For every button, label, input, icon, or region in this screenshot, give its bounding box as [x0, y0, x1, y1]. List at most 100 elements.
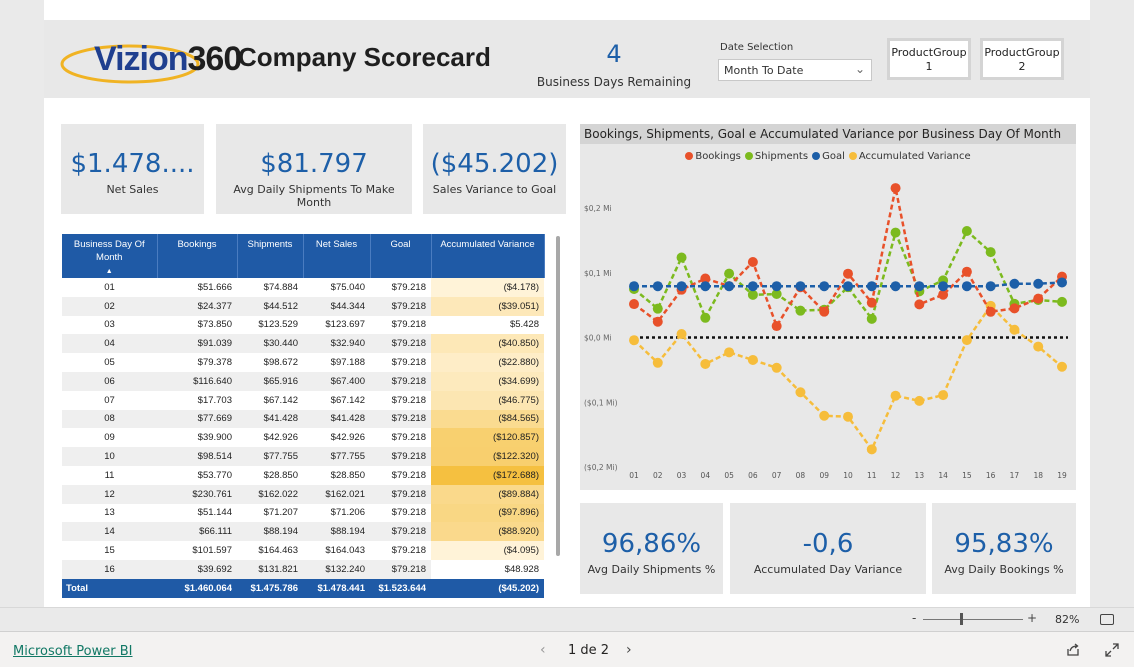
previous-page-button[interactable]: ‹: [540, 642, 546, 658]
table-row[interactable]: 09 $39.900 $42.926 $42.926 $79.218 ($120.857): [62, 428, 544, 448]
line-chart-panel[interactable]: Bookings, Shipments, Goal e Accumulated …: [580, 124, 1076, 490]
date-selection-dropdown[interactable]: Month To Date ⌄: [718, 59, 872, 81]
chart-plot[interactable]: $0,2 Mi $0,1 Mi $0,0 Mi ($0,1 Mi) ($0,2 Mi) 0…: [580, 164, 1076, 490]
productgroup-1-number: 1: [925, 60, 933, 73]
series-line-accumulated-variance: [633, 303, 1063, 452]
table-cell-net-sales: $67.400: [303, 371, 370, 391]
legend-marker: [685, 152, 694, 160]
legend-item-bookings[interactable]: Bookings: [685, 151, 741, 162]
table-cell-day: 12: [62, 484, 157, 504]
point-shipments: [866, 313, 877, 324]
table-cell-shipments: $88.194: [237, 522, 303, 542]
x-tick-label: 16: [986, 471, 996, 480]
zoom-level: 82%: [1055, 613, 1080, 626]
legend-item-shipments[interactable]: Shipments: [744, 151, 808, 162]
table-row[interactable]: 13 $51.144 $71.207 $71.206 $79.218 ($97.896): [62, 503, 544, 523]
legend-item-accumulated-variance[interactable]: Accumulated Variance: [848, 151, 971, 162]
x-tick-label: 19: [1057, 471, 1067, 480]
table-cell-net-sales: $44.344: [303, 296, 370, 316]
column-header-accumulated-variance[interactable]: Accumulated Variance: [431, 234, 545, 278]
table-cell-bookings: $73.850: [157, 315, 237, 335]
point-goal: [652, 281, 663, 292]
zoom-in-button[interactable]: +: [1027, 611, 1037, 625]
point-accumulated-variance: [843, 411, 853, 422]
table-cell-goal: $79.218: [370, 541, 431, 560]
point-goal: [961, 281, 972, 292]
table-row[interactable]: 01 $51.666 $74.884 $75.040 $79.218 ($4.178): [62, 278, 544, 297]
point-goal: [629, 281, 639, 292]
business-days-remaining-label: Business Days Remaining: [536, 75, 692, 89]
column-header-shipments[interactable]: Shipments: [237, 234, 304, 278]
total-shipments: $1.475.786: [237, 578, 303, 598]
productgroup-2-button[interactable]: ProductGroup 2: [980, 38, 1064, 80]
scorecard-table[interactable]: Business Day Of Month ▲ Bookings Shipment…: [62, 234, 545, 598]
kpi-sales-variance[interactable]: ($45.202) Sales Variance to Goal: [423, 124, 566, 214]
table-row[interactable]: 15 $101.597 $164.463 $164.043 $79.218 ($4.095…: [62, 541, 544, 560]
table-cell-shipments: $65.916: [237, 371, 303, 391]
table-row[interactable]: 03 $73.850 $123.529 $123.697 $79.218 $5.428: [62, 315, 544, 335]
page-indicator: 1 de 2: [568, 643, 610, 658]
point-accumulated-variance: [961, 335, 972, 346]
table-row[interactable]: 12 $230.761 $162.022 $162.021 $79.218 ($89.88…: [62, 484, 544, 504]
zoom-out-button[interactable]: -: [912, 611, 916, 625]
legend-marker: [848, 152, 857, 160]
table-cell-net-sales: $77.755: [303, 447, 370, 466]
zoom-slider-track[interactable]: [923, 619, 1023, 620]
table-cell-shipments: $67.142: [237, 390, 303, 410]
expand-icon[interactable]: [1105, 643, 1119, 657]
table-cell-shipments: $98.672: [237, 353, 303, 372]
kpi-avg-daily-shipments-pct[interactable]: 96,86% Avg Daily Shipments %: [580, 503, 723, 594]
kpi-accumulated-day-variance[interactable]: -0,6 Accumulated Day Variance: [730, 503, 926, 594]
table-row[interactable]: 14 $66.111 $88.194 $88.194 $79.218 ($88.920): [62, 522, 544, 542]
table-row[interactable]: 02 $24.377 $44.512 $44.344 $79.218 ($39.051): [62, 296, 544, 316]
kpi-avg-daily-bookings-pct[interactable]: 95,83% Avg Daily Bookings %: [932, 503, 1076, 594]
productgroup-1-button[interactable]: ProductGroup 1: [887, 38, 971, 80]
kpi-avg-daily-bookings-pct-label: Avg Daily Bookings %: [944, 563, 1064, 576]
point-goal: [700, 281, 711, 292]
legend-item-goal[interactable]: Goal: [812, 151, 845, 162]
table-row[interactable]: 04 $91.039 $30.440 $32.940 $79.218 ($40.850): [62, 334, 544, 354]
date-selection-value: Month To Date: [724, 64, 804, 77]
column-header-net-sales[interactable]: Net Sales: [303, 234, 371, 278]
zoom-slider-thumb[interactable]: [960, 613, 963, 625]
table-row[interactable]: 07 $17.703 $67.142 $67.142 $79.218 ($46.775): [62, 390, 544, 410]
table-cell-net-sales: $132.240: [303, 559, 370, 579]
total-bookings: $1.460.064: [157, 578, 237, 598]
x-tick-label: 14: [938, 471, 948, 480]
table-cell-bookings: $51.144: [157, 503, 237, 523]
table-row[interactable]: 06 $116.640 $65.916 $67.400 $79.218 ($34.699): [62, 371, 544, 391]
table-cell-net-sales: $41.428: [303, 409, 370, 429]
sort-ascending-icon: ▲: [105, 268, 113, 275]
table-cell-goal: $79.218: [370, 428, 431, 448]
point-goal: [676, 281, 687, 292]
table-row[interactable]: 11 $53.770 $28.850 $28.850 $79.218 ($172.688): [62, 465, 544, 485]
microsoft-power-bi-link[interactable]: Microsoft Power BI: [13, 644, 132, 659]
table-cell-day: 08: [62, 409, 157, 429]
table-row[interactable]: 10 $98.514 $77.755 $77.755 $79.218 ($122.320): [62, 447, 544, 466]
table-cell-accumulated-variance: ($89.884): [431, 484, 544, 504]
column-header-bookings[interactable]: Bookings: [157, 234, 238, 278]
table-scrollbar[interactable]: [556, 236, 560, 556]
table-cell-goal: $79.218: [370, 390, 431, 410]
table-row[interactable]: 16 $39.692 $131.821 $132.240 $79.218 $48.928: [62, 559, 544, 579]
table-cell-shipments: $74.884: [237, 278, 303, 297]
kpi-avg-daily-shipments[interactable]: $81.797 Avg Daily Shipments To Make Mont…: [216, 124, 412, 214]
productgroup-2-number: 2: [1018, 60, 1026, 73]
table-cell-shipments: $131.821: [237, 559, 303, 579]
column-header-business-day[interactable]: Business Day Of Month ▲: [62, 234, 158, 278]
share-icon[interactable]: [1066, 643, 1080, 657]
fit-to-page-icon[interactable]: [1100, 614, 1114, 625]
kpi-net-sales[interactable]: $1.478.... Net Sales: [61, 124, 204, 214]
table-row[interactable]: 05 $79.378 $98.672 $97.188 $79.218 ($22.880): [62, 353, 544, 372]
chevron-down-icon: ⌄: [854, 62, 865, 76]
table-cell-goal: $79.218: [370, 409, 431, 429]
table-row[interactable]: 08 $77.669 $41.428 $41.428 $79.218 ($84.565): [62, 409, 544, 429]
x-tick-label: 07: [772, 471, 782, 480]
table-cell-goal: $79.218: [370, 465, 431, 485]
next-page-button[interactable]: ›: [626, 642, 632, 658]
point-shipments: [700, 312, 711, 323]
x-tick-label: 02: [653, 471, 663, 480]
point-accumulated-variance: [629, 335, 639, 346]
table-cell-net-sales: $75.040: [303, 278, 370, 297]
column-header-goal[interactable]: Goal: [370, 234, 432, 278]
